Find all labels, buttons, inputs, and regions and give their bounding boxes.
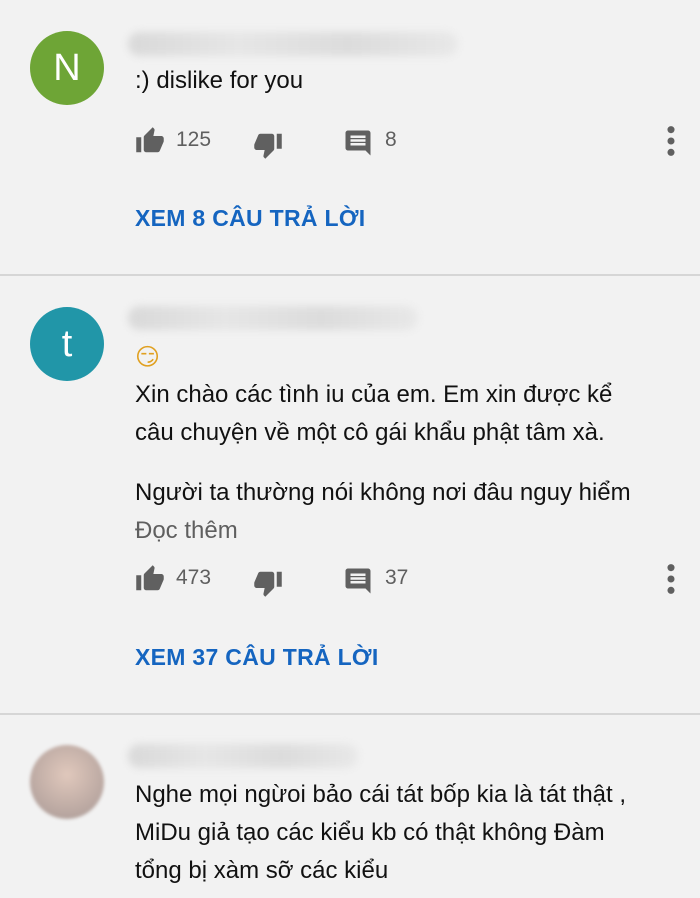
comment-emoji: 😏 xyxy=(135,343,161,371)
author-name-blurred[interactable] xyxy=(128,306,418,330)
thumb-up-icon[interactable] xyxy=(135,564,165,594)
more-vert-icon[interactable] xyxy=(664,562,678,596)
view-replies-link[interactable]: XEM 8 CÂU TRẢ LỜI xyxy=(135,205,365,232)
thumb-down-icon[interactable] xyxy=(253,568,283,598)
author-name-blurred[interactable] xyxy=(128,32,458,56)
comment-text: Nghe mọi ngừoi bảo cái tát bốp kia là tá… xyxy=(135,776,680,890)
comment-line: :) dislike for you xyxy=(135,67,304,94)
comment-line: MiDu giả tạo các kiểu kb có thật không Đ… xyxy=(135,819,605,846)
comment-line: Xin chào các tình iu của em. Em xin được… xyxy=(135,381,613,408)
comment-icon[interactable] xyxy=(343,566,373,596)
divider xyxy=(0,713,700,715)
action-row: 473 37 xyxy=(135,558,700,598)
author-name-blurred[interactable] xyxy=(128,744,358,768)
avatar[interactable]: t xyxy=(30,307,104,381)
comment-line: Nghe mọi ngừoi bảo cái tát bốp kia là tá… xyxy=(135,781,627,808)
view-replies-link[interactable]: XEM 37 CÂU TRẢ LỜI xyxy=(135,644,379,671)
avatar-letter: t xyxy=(61,322,73,365)
comment-text: :) dislike for you xyxy=(135,62,680,100)
comment-line: tổng bị xàm sỡ các kiểu xyxy=(135,857,389,884)
read-more-link[interactable]: Đọc thêm xyxy=(135,512,680,550)
thumb-down-icon[interactable] xyxy=(253,130,283,160)
reply-count: 8 xyxy=(385,128,397,151)
like-count: 125 xyxy=(176,128,212,151)
comment-line-blank xyxy=(135,452,680,474)
avatar[interactable]: N xyxy=(30,31,104,105)
action-row: 125 8 xyxy=(135,120,700,160)
avatar[interactable] xyxy=(30,745,104,819)
reply-count: 37 xyxy=(385,566,409,589)
thumb-up-icon[interactable] xyxy=(135,126,165,156)
comment-icon[interactable] xyxy=(343,128,373,158)
comment-text: 😏 Xin chào các tình iu của em. Em xin đư… xyxy=(135,338,680,550)
comment-line: Người ta thường nói không nơi đâu nguy h… xyxy=(135,479,631,506)
divider xyxy=(0,274,700,276)
like-count: 473 xyxy=(176,566,212,589)
comment-line: câu chuyện về một cô gái khẩu phật tâm x… xyxy=(135,419,605,446)
avatar-letter: N xyxy=(53,46,81,89)
more-vert-icon[interactable] xyxy=(664,124,678,158)
